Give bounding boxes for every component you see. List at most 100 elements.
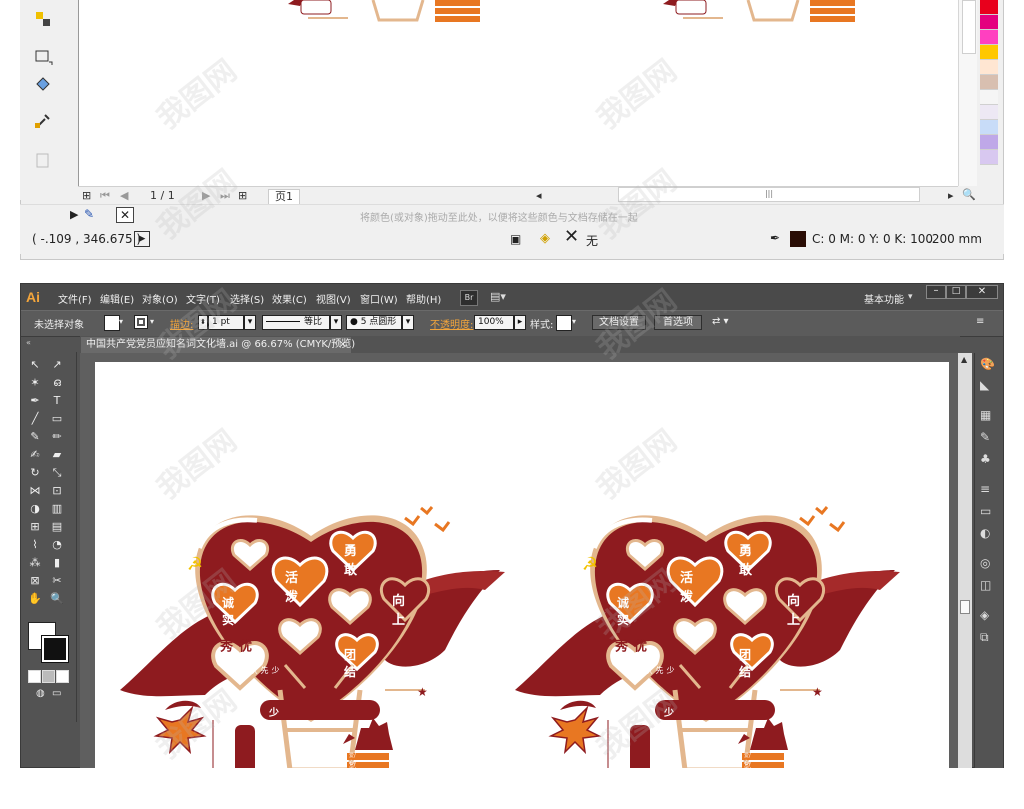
slice-tool-icon[interactable]: ✂ [50, 574, 64, 588]
stroke-color-box[interactable] [41, 635, 69, 663]
outline-pen-icon[interactable]: ✒ [770, 231, 780, 245]
color-guide-icon[interactable]: ◣ [980, 378, 996, 392]
symbols-panel-icon[interactable]: ♣ [980, 452, 996, 466]
stroke-stepper[interactable]: ⬍ [198, 315, 208, 330]
graphic-styles-panel-icon[interactable]: ◫ [980, 578, 996, 592]
perspective-grid-tool-icon[interactable]: ▥ [50, 502, 64, 516]
brush-dropdown-icon[interactable]: ▾ [402, 315, 414, 330]
bridge-button[interactable]: Br [460, 290, 478, 306]
color-mode-icon[interactable] [28, 670, 41, 683]
eraser-tool-icon[interactable]: ▰ [50, 448, 64, 462]
add-page-icon[interactable]: ⊞ [82, 189, 91, 203]
line-tool-icon[interactable]: ╱ [28, 412, 42, 426]
appearance-panel-icon[interactable]: ◎ [980, 556, 996, 570]
color-swatch[interactable] [980, 75, 998, 90]
collapse-tools-icon[interactable]: « [26, 338, 31, 347]
no-fill-x-icon[interactable]: ✕ [564, 228, 579, 246]
top-vertical-scroll-thumb[interactable] [962, 0, 976, 54]
color-palette[interactable] [980, 0, 998, 186]
pencil-tool-icon[interactable]: ✏ [50, 430, 64, 444]
color-swatch[interactable] [980, 150, 998, 165]
artboards-panel-icon[interactable]: ⧉ [980, 630, 996, 644]
fill-dropdown-icon[interactable]: ▾ [119, 317, 123, 326]
blob-brush-tool-icon[interactable]: ✍ [28, 448, 42, 462]
vertical-scroll-thumb[interactable] [960, 600, 970, 614]
hand-tool-icon[interactable]: ✋ [28, 592, 42, 606]
draw-normal-icon[interactable]: ◍ [36, 688, 50, 702]
top-canvas[interactable] [78, 0, 959, 186]
fill-swatch[interactable] [104, 315, 120, 331]
free-transform-tool-icon[interactable]: ⊡ [50, 484, 64, 498]
prev-page-icon[interactable]: ◀ [120, 189, 128, 203]
column-graph-tool-icon[interactable]: ▮ [50, 556, 64, 570]
eyedropper-tool-icon[interactable]: ⌇ [28, 538, 42, 552]
stroke-dropdown-icon[interactable]: ▾ [150, 317, 154, 326]
screen-mode-icon[interactable]: ▭ [52, 688, 66, 702]
culture-wall-left[interactable] [120, 507, 505, 768]
top-horizontal-scroll-thumb[interactable]: ||| [618, 187, 920, 202]
scroll-right-icon[interactable]: ▸ [948, 189, 954, 203]
paintbrush-tool-icon[interactable]: ✎ [28, 430, 42, 444]
color-swatch[interactable] [980, 45, 998, 60]
transparency-panel-icon[interactable]: ◐ [980, 526, 996, 540]
menu-effect[interactable]: 效果(C) [272, 291, 307, 306]
menu-view[interactable]: 视图(V) [316, 291, 351, 306]
variable-width-dropdown-icon[interactable]: ▾ [330, 315, 342, 330]
stroke-panel-icon[interactable]: ≡ [980, 482, 996, 496]
rectangle-tool-icon[interactable] [32, 46, 54, 68]
close-tab-icon[interactable]: × [339, 337, 347, 353]
document-tab[interactable]: 中国共产党党员应知名词文化墙.ai @ 66.67% (CMYK/预览) × [81, 337, 355, 353]
color-panel-icon[interactable]: 🎨 [980, 357, 996, 371]
align-menu-icon[interactable]: ⇄ ▾ [712, 316, 729, 327]
none-mode-icon[interactable] [56, 670, 69, 683]
stroke-weight-input[interactable]: 1 pt [208, 315, 244, 330]
document-options-icon[interactable]: ▣ [510, 232, 521, 246]
last-page-icon[interactable]: ⏭ [220, 189, 230, 203]
width-tool-icon[interactable]: ⋈ [28, 484, 42, 498]
color-swatch[interactable] [980, 0, 998, 15]
stroke-label[interactable]: 描边: [170, 316, 193, 331]
fill-bucket-icon[interactable] [32, 72, 54, 94]
symbol-sprayer-tool-icon[interactable]: ⁂ [28, 556, 42, 570]
gradient-mode-icon[interactable] [42, 670, 55, 683]
graphic-style-swatch[interactable] [556, 315, 572, 331]
zoom-tool-icon[interactable]: 🔍 [50, 592, 64, 606]
stroke-swatch[interactable] [134, 315, 148, 329]
variable-width-select[interactable]: 等比 [262, 315, 330, 330]
brushes-panel-icon[interactable]: ✎ [980, 430, 996, 444]
close-button[interactable]: ✕ [966, 285, 998, 299]
gradient-tool-icon[interactable]: ▤ [50, 520, 64, 534]
color-swatch[interactable] [980, 105, 998, 120]
arrange-docs-icon[interactable]: ▤▾ [490, 290, 514, 304]
outline-color-swatch[interactable] [790, 231, 806, 247]
scale-tool-icon[interactable]: ⤡ [50, 466, 64, 480]
minimize-button[interactable]: – [926, 285, 946, 299]
vertical-scrollbar[interactable]: ▲ [958, 353, 972, 768]
menu-type[interactable]: 文字(T) [186, 291, 220, 306]
status-play-icon[interactable]: ▶ [134, 231, 150, 247]
artboard[interactable]: ☭ 勇敢 活泼 诚实 向上 团结 少先队员风采墙 优秀 少先队员 爱/心/向/党… [95, 362, 949, 809]
artboard-tool-icon[interactable]: ⊠ [28, 574, 42, 588]
gradient-panel-icon[interactable]: ▭ [980, 504, 996, 518]
pen-tool-icon[interactable]: ✒ [28, 394, 42, 408]
color-swatch[interactable] [980, 90, 998, 105]
interactive-fill-tool-icon[interactable] [32, 8, 54, 30]
opacity-dropdown-icon[interactable]: ▸ [514, 315, 526, 330]
blend-tool-icon[interactable]: ◔ [50, 538, 64, 552]
lasso-tool-icon[interactable]: ഒ [50, 376, 64, 390]
rectangle-tool-icon[interactable]: ▭ [50, 412, 64, 426]
scroll-up-icon[interactable]: ▲ [961, 355, 967, 364]
eyedropper-icon[interactable]: ✎ [84, 207, 94, 221]
workspace-dropdown-icon[interactable]: ▾ [908, 292, 913, 302]
add-page-after-icon[interactable]: ⊞ [238, 189, 247, 203]
menu-object[interactable]: 对象(O) [142, 291, 178, 306]
no-color-swatch[interactable]: ✕ [116, 207, 134, 223]
brush-select[interactable]: ● 5 点圆形 [346, 315, 402, 330]
color-swatch[interactable] [980, 135, 998, 150]
selection-tool-icon[interactable]: ↖ [28, 358, 42, 372]
rotate-tool-icon[interactable]: ↻ [28, 466, 42, 480]
maximize-button[interactable]: □ [946, 285, 966, 299]
menu-select[interactable]: 选择(S) [230, 291, 264, 306]
zoom-icon[interactable]: 🔍 [962, 188, 976, 201]
preferences-button[interactable]: 首选项 [654, 315, 702, 330]
